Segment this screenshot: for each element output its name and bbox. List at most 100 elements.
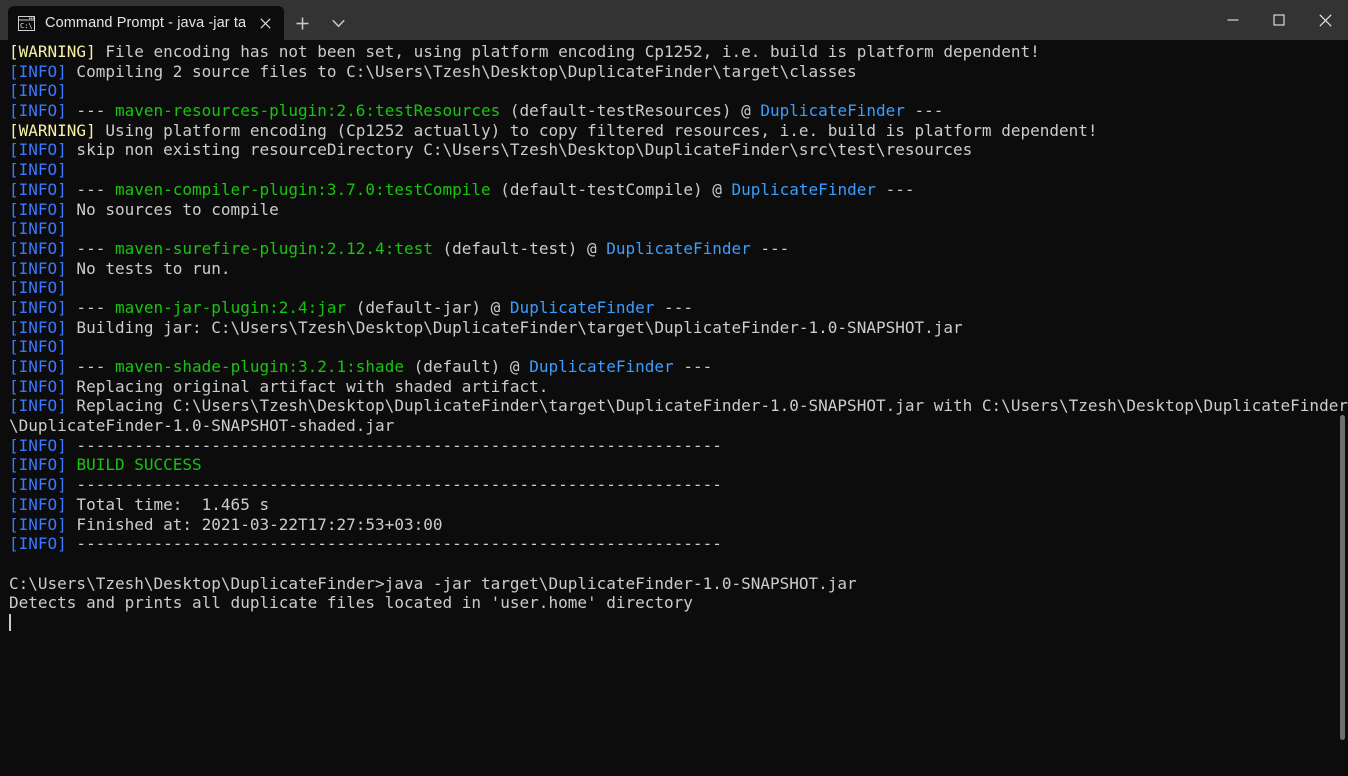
- console-line: [INFO] Replacing original artifact with …: [9, 377, 1348, 397]
- console-line: [INFO] --- maven-shade-plugin:3.2.1:shad…: [9, 357, 1348, 377]
- console-text: ---: [750, 238, 790, 258]
- console-line: [INFO] Finished at: 2021-03-22T17:27:53+…: [9, 515, 1348, 535]
- window-controls: [1210, 0, 1348, 40]
- console-line: [INFO]: [9, 219, 1348, 239]
- log-level-tag: [INFO]: [9, 317, 67, 337]
- terminal-tab[interactable]: C:\. Command Prompt - java -jar ta: [8, 6, 285, 40]
- console-line: [INFO] ---------------------------------…: [9, 475, 1348, 495]
- log-level-tag: [INFO]: [9, 534, 67, 554]
- console-line: [INFO] No sources to compile: [9, 200, 1348, 220]
- console-text: Compiling 2 source files to C:\Users\Tze…: [66, 61, 857, 81]
- log-level-tag: [INFO]: [9, 61, 67, 81]
- console-text: maven-resources-plugin:2.6:testResources: [114, 101, 501, 121]
- log-level-tag: [INFO]: [9, 140, 67, 160]
- console-text: Finished at: 2021-03-22T17:27:53+03:00: [66, 514, 443, 534]
- log-level-tag: [INFO]: [9, 101, 67, 121]
- console-text: No tests to run.: [66, 258, 231, 278]
- log-level-tag: [INFO]: [9, 297, 67, 317]
- log-level-tag: [INFO]: [9, 238, 67, 258]
- console-text: ----------------------------------------…: [66, 475, 722, 495]
- log-level-tag: [WARNING]: [9, 120, 96, 140]
- minimize-button[interactable]: [1210, 0, 1256, 40]
- log-level-tag: [INFO]: [9, 219, 67, 239]
- console-text: maven-surefire-plugin:2.12.4:test: [114, 238, 433, 258]
- console-text: ---: [904, 101, 944, 121]
- console-line: [INFO] --- maven-resources-plugin:2.6:te…: [9, 101, 1348, 121]
- console-line: [INFO] Total time: 1.465 s: [9, 495, 1348, 515]
- console-line: [INFO] --- maven-surefire-plugin:2.12.4:…: [9, 239, 1348, 259]
- log-level-tag: [INFO]: [9, 455, 67, 475]
- console-cursor-line: [9, 613, 1348, 633]
- console-text: ---: [66, 357, 115, 376]
- console-text: DuplicateFinder: [760, 101, 905, 121]
- log-level-tag: [INFO]: [9, 258, 67, 278]
- log-level-tag: [INFO]: [9, 337, 67, 357]
- text-cursor: [9, 613, 11, 631]
- log-level-tag: [WARNING]: [9, 42, 96, 61]
- scrollbar[interactable]: [1334, 40, 1348, 776]
- console-text: File encoding has not been set, using pl…: [95, 42, 1040, 61]
- console-text: C:\Users\Tzesh\Desktop\DuplicateFinder>j…: [9, 573, 857, 593]
- console-text: DuplicateFinder: [529, 357, 674, 376]
- maximize-button[interactable]: [1256, 0, 1302, 40]
- console-line: [INFO]: [9, 337, 1348, 357]
- console-text: ---: [66, 101, 115, 121]
- log-level-tag: [INFO]: [9, 475, 67, 495]
- console-text: (default-jar) @: [346, 297, 510, 317]
- console-text: ---: [875, 179, 915, 199]
- console-line: [INFO] Compiling 2 source files to C:\Us…: [9, 62, 1348, 82]
- svg-text:C:\.: C:\.: [20, 22, 35, 30]
- console-text: ---: [66, 297, 115, 317]
- console-text: Detects and prints all duplicate files l…: [9, 593, 693, 613]
- console-line: [INFO] --- maven-jar-plugin:2.4:jar (def…: [9, 298, 1348, 318]
- console-text: ---: [673, 357, 713, 376]
- log-level-tag: [INFO]: [9, 278, 67, 298]
- console-text: (default-testResources) @: [500, 101, 761, 121]
- log-level-tag: [INFO]: [9, 199, 67, 219]
- console-line: [INFO] BUILD SUCCESS: [9, 455, 1348, 475]
- close-window-button[interactable]: [1302, 0, 1348, 40]
- console-line: [WARNING] File encoding has not been set…: [9, 42, 1348, 62]
- console-text: ---: [66, 238, 115, 258]
- console-line: Detects and prints all duplicate files l…: [9, 593, 1348, 613]
- console-line: [INFO] ---------------------------------…: [9, 534, 1348, 554]
- console-line: [INFO] skip non existing resourceDirecto…: [9, 140, 1348, 160]
- log-level-tag: [INFO]: [9, 435, 67, 455]
- console-text: \DuplicateFinder-1.0-SNAPSHOT-shaded.jar: [9, 416, 395, 436]
- console-line: [INFO] Building jar: C:\Users\Tzesh\Desk…: [9, 318, 1348, 338]
- terminal-body[interactable]: [WARNING] File encoding has not been set…: [0, 40, 1348, 776]
- console-text: Replacing original artifact with shaded …: [66, 376, 549, 396]
- console-text: maven-shade-plugin:3.2.1:shade: [114, 357, 404, 376]
- log-level-tag: [INFO]: [9, 81, 67, 101]
- console-text: ----------------------------------------…: [66, 435, 722, 455]
- console-line: [INFO]: [9, 278, 1348, 298]
- console-text: (default-testCompile) @: [490, 179, 732, 199]
- console-text: DuplicateFinder: [731, 179, 876, 199]
- tab-dropdown-button[interactable]: [320, 6, 356, 40]
- console-line: [WARNING] Using platform encoding (Cp125…: [9, 121, 1348, 141]
- console-line: [INFO] No tests to run.: [9, 259, 1348, 279]
- console-text: Replacing C:\Users\Tzesh\Desktop\Duplica…: [66, 396, 1348, 416]
- console-line: [INFO] --- maven-compiler-plugin:3.7.0:t…: [9, 180, 1348, 200]
- console-line: [INFO] Replacing C:\Users\Tzesh\Desktop\…: [9, 396, 1348, 416]
- console-output: [WARNING] File encoding has not been set…: [9, 42, 1348, 633]
- tab-strip: C:\. Command Prompt - java -jar ta: [0, 0, 356, 40]
- scrollbar-thumb[interactable]: [1340, 415, 1345, 740]
- console-text: Using platform encoding (Cp1252 actually…: [95, 120, 1098, 140]
- console-text: ---: [654, 297, 693, 317]
- console-text: (default-test) @: [432, 238, 607, 258]
- log-level-tag: [INFO]: [9, 514, 67, 534]
- console-line: [INFO]: [9, 160, 1348, 180]
- console-line: [INFO]: [9, 81, 1348, 101]
- close-tab-icon[interactable]: [252, 10, 278, 36]
- new-tab-button[interactable]: [284, 6, 320, 40]
- console-line: [INFO] ---------------------------------…: [9, 436, 1348, 456]
- console-text: ----------------------------------------…: [66, 534, 722, 554]
- log-level-tag: [INFO]: [9, 179, 67, 199]
- log-level-tag: [INFO]: [9, 357, 67, 376]
- console-text: ---: [66, 179, 115, 199]
- console-text: No sources to compile: [66, 199, 279, 219]
- console-text: (default) @: [403, 357, 530, 376]
